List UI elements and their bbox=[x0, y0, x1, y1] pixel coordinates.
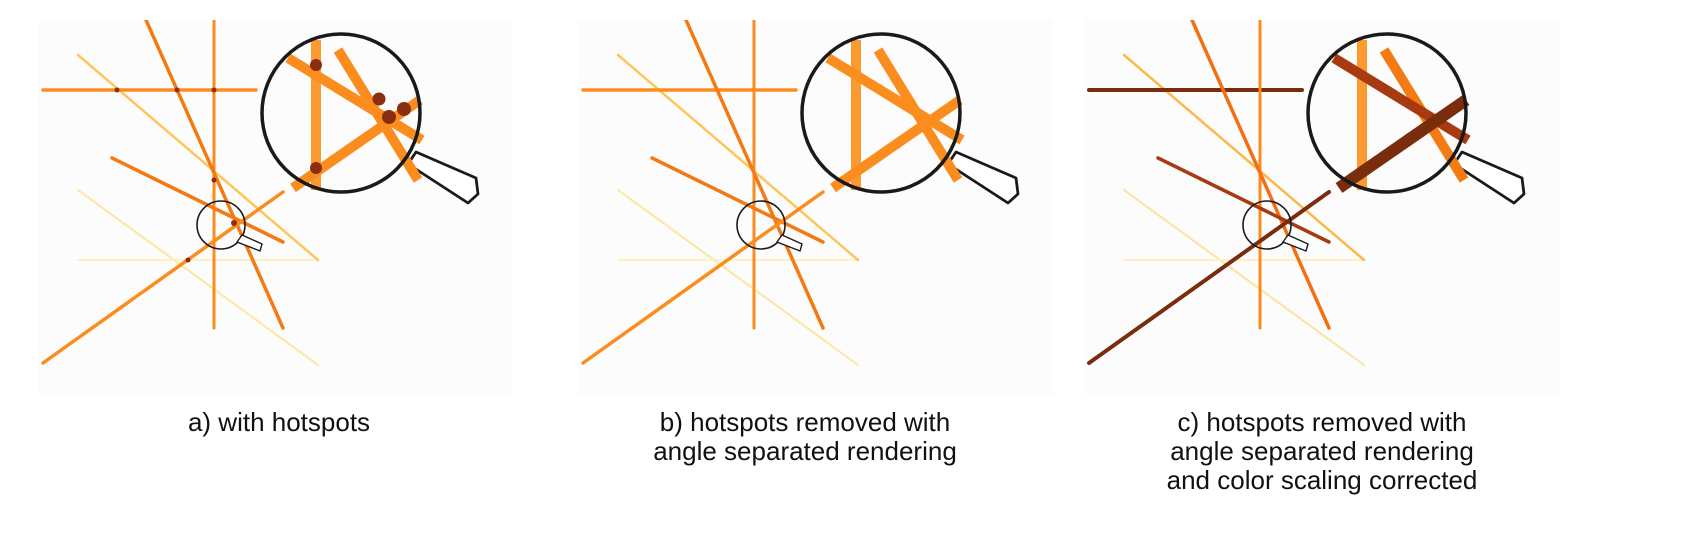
caption-a-line-1: a) with hotspots bbox=[187, 407, 371, 437]
caption-c-line-2: angle separated rendering bbox=[1170, 436, 1474, 466]
caption-c: c) hotspots removed with angle separated… bbox=[1062, 408, 1582, 495]
panel-b-diagram bbox=[578, 20, 1053, 395]
panel-c-diagram bbox=[1084, 20, 1559, 395]
hotspot bbox=[185, 257, 191, 263]
hotspot bbox=[211, 87, 217, 93]
zoomed-hotspot bbox=[397, 102, 411, 116]
zoomed-hotspot bbox=[382, 110, 396, 124]
zoomed-hotspot bbox=[310, 162, 322, 174]
hotspot bbox=[174, 87, 180, 93]
caption-b-line-2: angle separated rendering bbox=[653, 436, 957, 466]
hotspot bbox=[114, 87, 120, 93]
zoomed-hotspot bbox=[310, 59, 322, 71]
caption-b-line-1: b) hotspots removed with bbox=[659, 407, 951, 437]
caption-c-line-1: c) hotspots removed with bbox=[1177, 407, 1467, 437]
panel-c bbox=[1084, 20, 1559, 395]
hotspot bbox=[211, 177, 217, 183]
zoomed-hotspot bbox=[372, 92, 386, 106]
caption-b: b) hotspots removed with angle separated… bbox=[545, 408, 1065, 466]
caption-a: a) with hotspots bbox=[19, 408, 539, 437]
caption-c-line-3: and color scaling corrected bbox=[1166, 465, 1478, 495]
panel-b bbox=[578, 20, 1053, 395]
panel-a-diagram bbox=[38, 20, 513, 395]
panel-a bbox=[38, 20, 513, 395]
hotspot bbox=[231, 220, 237, 226]
